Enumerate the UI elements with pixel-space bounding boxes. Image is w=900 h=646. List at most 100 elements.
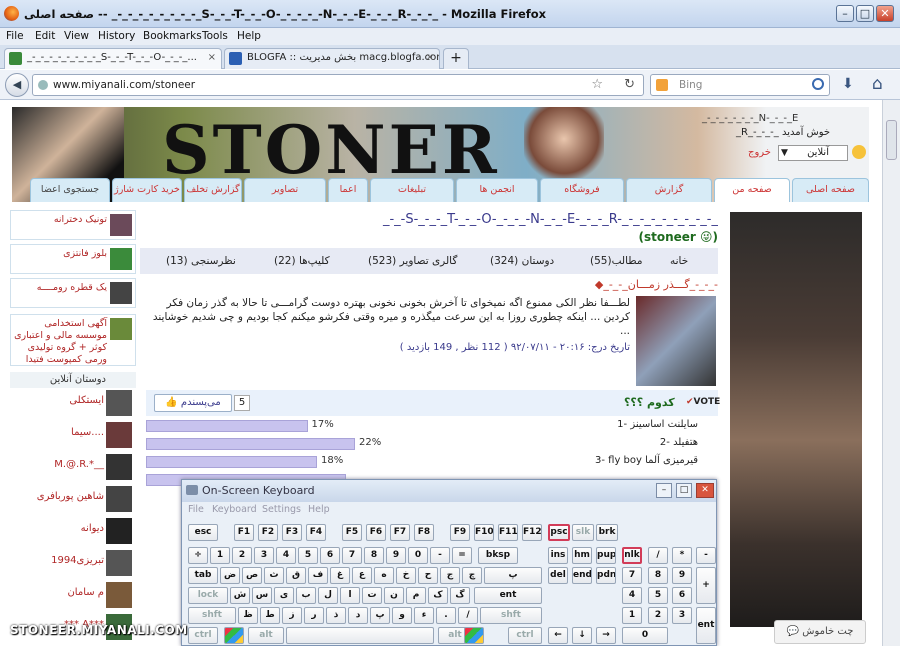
osk-key[interactable]: ← (548, 627, 568, 644)
osk-key[interactable]: و (392, 607, 412, 624)
osk-minimize-button[interactable]: – (656, 483, 672, 498)
ad-blouse[interactable]: بلوز فانتزی (10, 244, 136, 274)
osk-key[interactable]: ظ (238, 607, 258, 624)
osk-maximize-button[interactable]: □ (676, 483, 692, 498)
menu-history[interactable]: History (98, 30, 135, 42)
osk-key[interactable]: ع (352, 567, 372, 584)
space-bar[interactable] (286, 627, 434, 644)
menu-help[interactable]: Help (237, 30, 261, 42)
osk-key[interactable]: 7 (342, 547, 362, 564)
online-friend[interactable]: دیوانه (10, 516, 136, 546)
osk-key[interactable]: ه (374, 567, 394, 584)
ad-drop[interactable]: یک قطره رومــــه (10, 278, 136, 308)
osk-key[interactable]: ق (286, 567, 306, 584)
online-friend[interactable]: شاهین پوربافری (10, 484, 136, 514)
osk-key[interactable]: خ (396, 567, 416, 584)
osk-key[interactable]: 7 (622, 567, 642, 584)
menu-edit[interactable]: Edit (35, 30, 55, 42)
osk-key[interactable]: ی (274, 587, 294, 604)
windows-key-icon[interactable] (464, 627, 484, 644)
logout-link[interactable]: خروج (748, 147, 771, 158)
osk-key[interactable]: 8 (648, 567, 668, 584)
osk-key[interactable]: bksp (478, 547, 518, 564)
close-button[interactable]: ✕ (876, 5, 894, 22)
download-icon[interactable]: ⬇ (842, 76, 854, 92)
osk-key[interactable]: 3 (254, 547, 274, 564)
osk-key[interactable]: 1 (622, 607, 642, 624)
osk-key[interactable]: 5 (648, 587, 668, 604)
osk-menu-keyboard[interactable]: Keyboard (212, 504, 257, 515)
osk-key[interactable]: 1 (210, 547, 230, 564)
tab-close-icon[interactable]: × (426, 49, 434, 67)
osk-key[interactable]: ÷ (188, 547, 208, 564)
maximize-button[interactable]: □ (856, 5, 874, 22)
nav-tab-shop[interactable]: فروشگاه (540, 178, 624, 202)
profile-link-polls[interactable]: نظرسنجی (13) (166, 248, 236, 274)
osk-key[interactable]: ا (340, 587, 360, 604)
online-friend[interactable]: م سامان (10, 580, 136, 610)
osk-key[interactable]: ctrl (508, 627, 542, 644)
osk-key[interactable]: ف (308, 567, 328, 584)
osk-key[interactable]: پ (484, 567, 542, 584)
osk-key[interactable]: / (648, 547, 668, 564)
ad-job[interactable]: آگهی استخدامی موسسه مالی و اعتباری کوثر … (10, 314, 136, 366)
osk-key[interactable]: / (458, 607, 478, 624)
osk-key[interactable]: 0 (622, 627, 668, 644)
online-friend[interactable]: ایستکلی (10, 388, 136, 418)
page-scrollbar[interactable] (882, 100, 900, 646)
osk-key[interactable]: ر (304, 607, 324, 624)
osk-key[interactable]: ل (318, 587, 338, 604)
nav-tab-images[interactable]: تصاویر (244, 178, 326, 202)
osk-key[interactable]: tab (188, 567, 218, 584)
osk-key[interactable]: ins (548, 547, 568, 564)
osk-key[interactable]: ص (242, 567, 262, 584)
profile-username[interactable]: (stoneer 😜) (540, 230, 718, 244)
osk-key[interactable]: . (436, 607, 456, 624)
osk-key[interactable]: - (696, 547, 716, 564)
osk-key[interactable]: ن (384, 587, 404, 604)
poll-title[interactable]: کدوم ؟؟؟ (624, 396, 675, 409)
osk-key[interactable]: ک (428, 587, 448, 604)
menu-bookmarks[interactable]: Bookmarks (143, 30, 202, 42)
nav-tab-members[interactable]: اعما (328, 178, 368, 202)
osk-key[interactable]: ش (230, 587, 250, 604)
osk-key[interactable]: م (406, 587, 426, 604)
status-select[interactable]: آنلاین ▼ (778, 145, 848, 161)
osk-key[interactable]: ent (696, 607, 716, 644)
osk-key[interactable]: del (548, 567, 568, 584)
profile-link-friends[interactable]: دوستان (324) (490, 248, 554, 274)
osk-key[interactable]: hm (572, 547, 592, 564)
osk-key[interactable]: ت (362, 587, 382, 604)
osk-key[interactable]: ء (414, 607, 434, 624)
osk-key[interactable]: F9 (450, 524, 470, 541)
ad-tunic[interactable]: تونیک دخترانه (10, 210, 136, 240)
osk-key[interactable]: F5 (342, 524, 362, 541)
osk-key[interactable]: F1 (234, 524, 254, 541)
osk-key[interactable]: F11 (498, 524, 518, 541)
osk-key[interactable]: پ (370, 607, 390, 624)
osk-menu-file[interactable]: File (188, 504, 204, 515)
minimize-button[interactable]: – (836, 5, 854, 22)
post-title[interactable]: ◆_-_-_گـــذر زمـــان_-_-_- (400, 278, 718, 291)
osk-key[interactable]: brk (596, 524, 618, 541)
osk-key[interactable]: psc (548, 524, 570, 541)
online-friend[interactable]: M.@.R.*__ (10, 452, 136, 482)
scroll-thumb[interactable] (886, 120, 897, 160)
osk-key[interactable]: 8 (364, 547, 384, 564)
osk-key[interactable]: shft (188, 607, 236, 624)
osk-key[interactable]: F7 (390, 524, 410, 541)
osk-key[interactable]: 3 (672, 607, 692, 624)
osk-key[interactable]: alt (248, 627, 284, 644)
osk-key[interactable]: س (252, 587, 272, 604)
nav-tab-abuse-report[interactable]: گزارش تخلف (184, 178, 242, 202)
osk-key[interactable]: ctrl (188, 627, 218, 644)
osk-key[interactable]: 4 (276, 547, 296, 564)
profile-link-home[interactable]: خانه (670, 248, 688, 274)
profile-link-gallery[interactable]: گالری تصاویر (523) (368, 248, 457, 274)
osk-key[interactable]: pdn (596, 567, 616, 584)
osk-key[interactable]: F8 (414, 524, 434, 541)
url-bar[interactable]: www.miyanali.com/stoneer ☆ ↻ (32, 74, 644, 96)
osk-key[interactable]: ج (440, 567, 460, 584)
osk-key[interactable]: ↓ (572, 627, 592, 644)
osk-key[interactable]: F3 (282, 524, 302, 541)
